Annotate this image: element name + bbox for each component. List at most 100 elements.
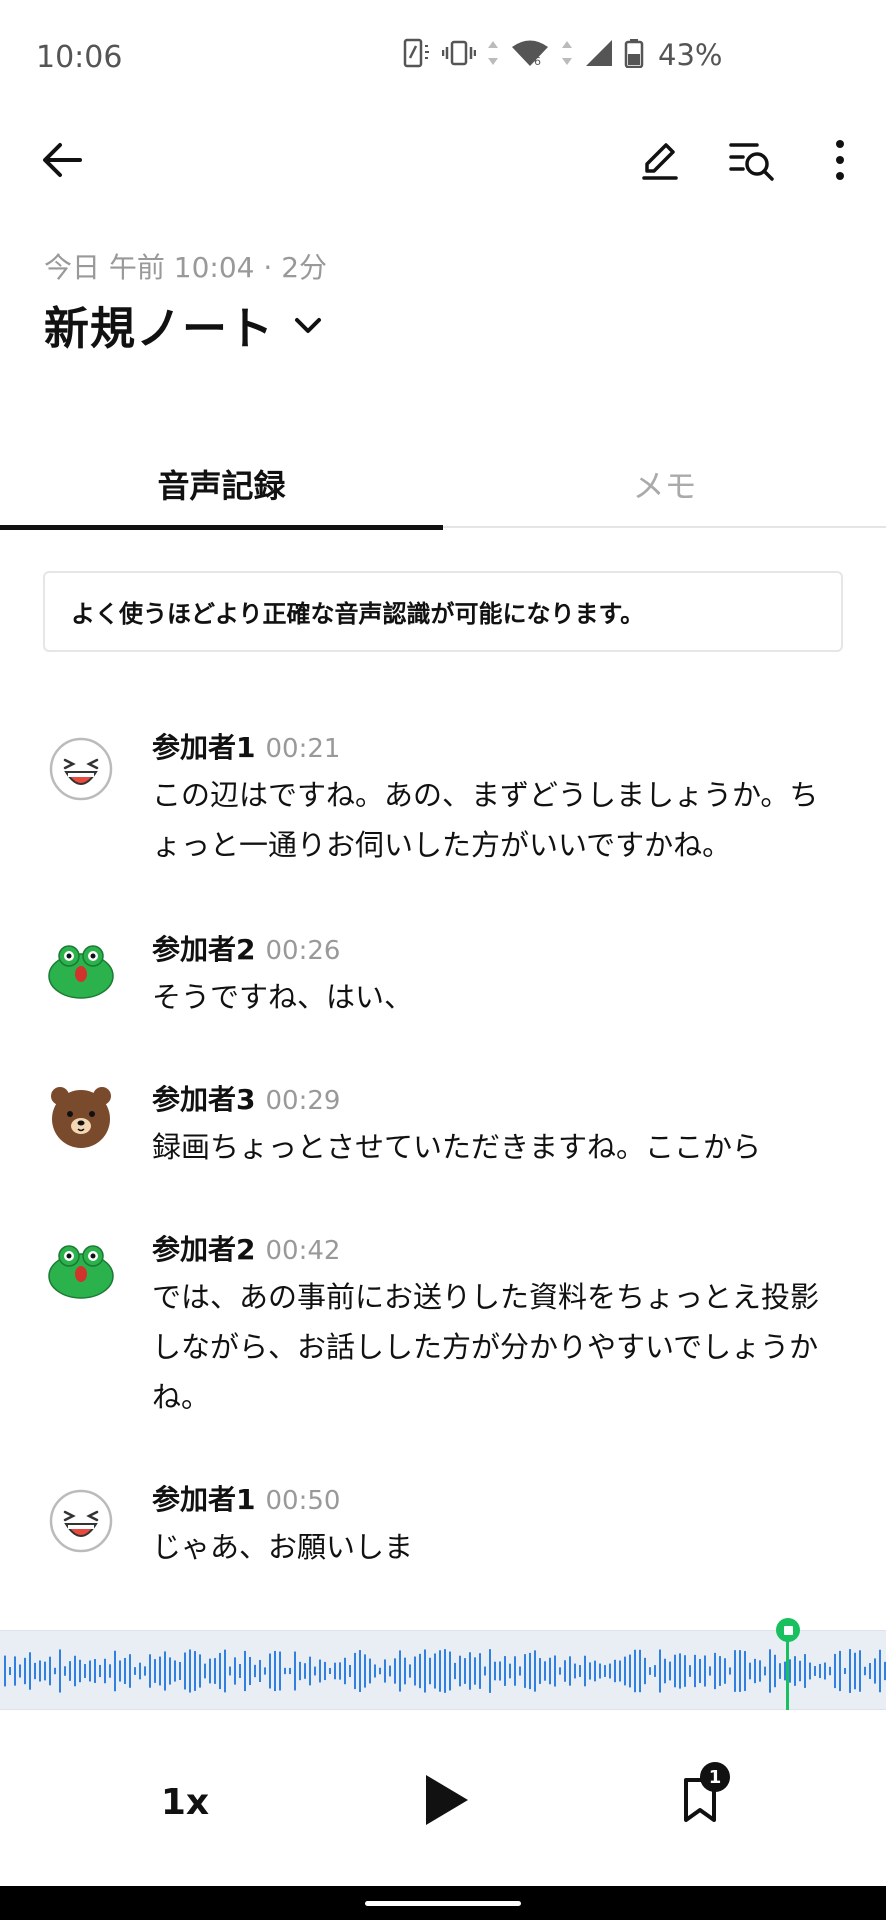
audio-waveform[interactable] <box>0 1630 886 1710</box>
avatar-frog <box>48 936 114 1002</box>
waveform-bar <box>324 1661 326 1681</box>
status-bar: 10:06 6 43% <box>0 0 886 118</box>
waveform-bar <box>209 1658 211 1684</box>
waveform-bar <box>879 1649 881 1693</box>
waveform-bar <box>534 1650 536 1692</box>
waveform-bar <box>364 1654 366 1688</box>
waveform-bar <box>129 1654 131 1688</box>
waveform-bar <box>139 1662 141 1680</box>
search-transcript-button[interactable] <box>720 128 784 192</box>
waveform-bar <box>854 1652 856 1690</box>
waveform-bar <box>299 1661 301 1681</box>
waveform-bar <box>459 1655 461 1687</box>
status-icons: 6 43% <box>402 38 722 72</box>
waveform-bar <box>759 1660 761 1682</box>
waveform-bar <box>464 1658 466 1684</box>
waveform-bar <box>179 1662 181 1680</box>
waveform-bar <box>344 1657 346 1685</box>
speaker-name: 参加者3 <box>152 1083 256 1116</box>
waveform-bar <box>714 1652 716 1690</box>
waveform-bar <box>19 1664 21 1678</box>
waveform-bar <box>54 1667 56 1675</box>
waveform-bar <box>839 1650 841 1692</box>
bookmark-button[interactable]: 1 <box>680 1762 750 1840</box>
timestamp[interactable]: 00:21 <box>265 734 340 764</box>
waveform-bar <box>419 1653 421 1689</box>
playhead-line <box>786 1630 789 1710</box>
waveform-bar <box>214 1658 216 1684</box>
status-time: 10:06 <box>36 40 123 75</box>
timestamp[interactable]: 00:50 <box>265 1486 340 1516</box>
waveform-bar <box>484 1666 486 1676</box>
waveform-bar <box>499 1661 501 1681</box>
waveform-bar <box>159 1656 161 1686</box>
waveform-bar <box>44 1661 46 1681</box>
data-arrows-icon-2 <box>560 38 574 72</box>
waveform-bar <box>799 1660 801 1682</box>
more-options-button[interactable] <box>808 128 872 192</box>
waveform-bar <box>789 1659 791 1683</box>
waveform-bar <box>89 1660 91 1682</box>
entry-body: 参加者1 00:50 じゃあ、お願いしま <box>152 1478 832 1572</box>
waveform-bar <box>439 1650 441 1692</box>
entry-header: 参加者2 00:26 <box>152 928 832 968</box>
tab-bar: 音声記録 メモ <box>0 440 886 530</box>
waveform-bar <box>624 1656 626 1686</box>
waveform-bar <box>774 1654 776 1688</box>
waveform-bar <box>229 1666 231 1676</box>
tab-audio-record[interactable]: 音声記録 <box>0 440 443 530</box>
avatar-laughing-face <box>48 736 114 802</box>
waveform-bar <box>794 1656 796 1686</box>
waveform-bar <box>249 1656 251 1686</box>
back-button[interactable] <box>30 128 94 192</box>
timestamp[interactable]: 00:29 <box>265 1086 340 1116</box>
waveform-bar <box>254 1664 256 1678</box>
waveform-bar <box>59 1649 61 1693</box>
waveform-bars <box>4 1649 886 1693</box>
waveform-bar <box>689 1665 691 1677</box>
waveform-bar <box>739 1650 741 1692</box>
note-title-dropdown[interactable]: 新規ノート <box>44 292 324 357</box>
home-indicator[interactable] <box>365 1901 521 1906</box>
waveform-bar <box>29 1652 31 1690</box>
waveform-bar <box>869 1663 871 1679</box>
waveform-bar <box>684 1655 686 1687</box>
waveform-bar <box>809 1662 811 1680</box>
entry-header: 参加者3 00:29 <box>152 1078 832 1118</box>
waveform-bar <box>274 1650 276 1692</box>
avatar-laughing-face <box>48 1488 114 1554</box>
waveform-bar <box>524 1654 526 1688</box>
waveform-bar <box>399 1650 401 1692</box>
wifi-icon: 6 <box>510 38 550 72</box>
waveform-bar <box>174 1660 176 1682</box>
waveform-bar <box>734 1650 736 1692</box>
waveform-bar <box>544 1661 546 1681</box>
waveform-bar <box>749 1662 751 1680</box>
waveform-bar <box>244 1650 246 1692</box>
timestamp[interactable]: 00:42 <box>265 1236 340 1266</box>
waveform-bar <box>814 1666 816 1676</box>
waveform-bar <box>564 1660 566 1682</box>
data-arrows-icon <box>486 38 500 72</box>
waveform-bar <box>504 1656 506 1686</box>
tab-memo[interactable]: メモ <box>443 440 886 528</box>
playhead-handle[interactable] <box>776 1618 800 1642</box>
waveform-bar <box>704 1655 706 1687</box>
waveform-bar <box>444 1649 446 1693</box>
waveform-bar <box>279 1651 281 1691</box>
waveform-bar <box>454 1662 456 1680</box>
waveform-bar <box>539 1658 541 1684</box>
waveform-bar <box>474 1657 476 1685</box>
waveform-bar <box>339 1662 341 1680</box>
nfc-icon <box>402 38 432 72</box>
waveform-bar <box>79 1659 81 1683</box>
play-button[interactable] <box>412 1765 482 1835</box>
waveform-bar <box>379 1667 381 1675</box>
edit-button[interactable] <box>628 128 692 192</box>
play-icon <box>426 1775 468 1825</box>
playback-speed-button[interactable]: 1x <box>140 1770 230 1834</box>
timestamp[interactable]: 00:26 <box>265 936 340 966</box>
waveform-bar <box>164 1651 166 1691</box>
waveform-bar <box>589 1662 591 1680</box>
waveform-bar <box>829 1666 831 1676</box>
